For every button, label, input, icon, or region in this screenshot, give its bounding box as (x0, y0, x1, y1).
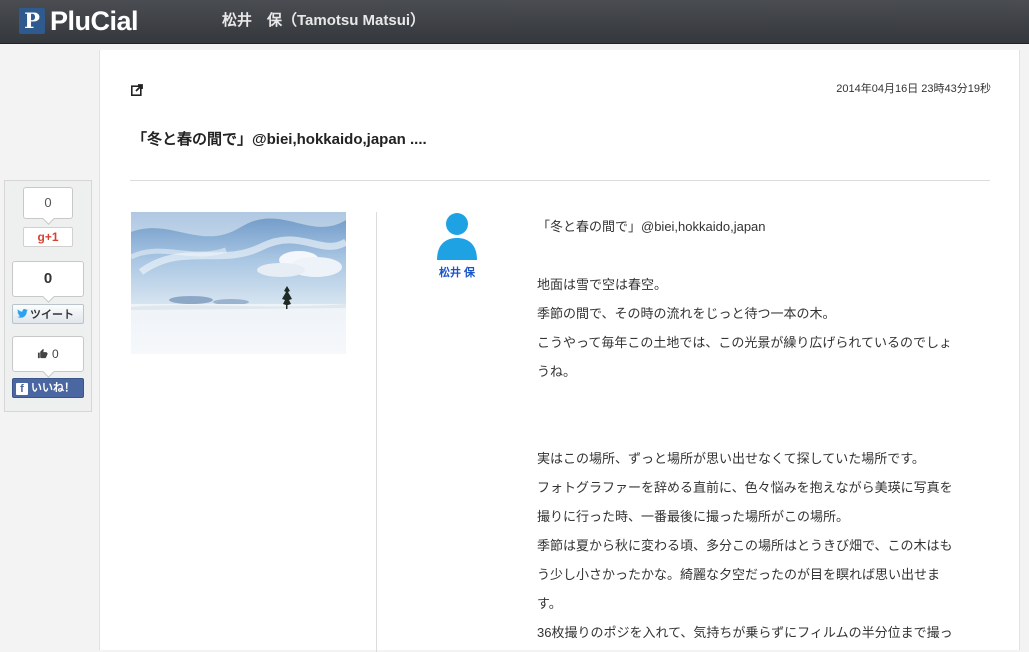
body-line: 36枚撮りのポジを入れて、気持ちが乗らずにフィルムの半分位まで撮っ (537, 625, 953, 640)
body-line: 実はこの場所、ずっと場所が思い出せなくて探していた場所です。 (537, 451, 925, 466)
column-divider (376, 212, 377, 652)
gplus-button[interactable]: g+1 (23, 227, 73, 247)
post-photo[interactable] (131, 212, 346, 354)
body-line: フォトグラファーを辞める直前に、色々悩みを抱えながら美瑛に写真を (537, 480, 953, 495)
body-line: 地面は雪で空は春空。 (537, 277, 668, 292)
body-line: 季節の間で、その時の流れをじっと待つ一本の木。 (537, 306, 836, 321)
like-count: 0 (51, 347, 59, 361)
body-line: 季節は夏から秋に変わる頃、多分この場所はとうきび畑で、この木はも (537, 538, 953, 553)
body-blank-line (537, 241, 992, 270)
body-line: す。 (537, 596, 562, 611)
tweet-label: ツイート (30, 309, 74, 321)
post-body: 「冬と春の間で」@biei,hokkaido,japan 地面は雪で空は春空。 … (537, 212, 992, 647)
facebook-like-label: いいね！ (31, 382, 75, 394)
title-divider (130, 180, 990, 181)
user-avatar-icon[interactable] (436, 212, 478, 262)
author-name-link[interactable]: 松井 保 (430, 264, 484, 280)
social-share-panel: 0 g+1 0 ツイート 0 f いいね！ (4, 180, 92, 412)
post-timestamp: 2014年04月16日 23時43分19秒 (836, 83, 991, 95)
user-page-title[interactable]: 松井 保（Tamotsu Matsui） (222, 11, 425, 31)
facebook-icon: f (16, 383, 28, 395)
body-blank-line (537, 386, 992, 415)
plucial-logo-icon[interactable]: P (19, 8, 45, 34)
gplus-label: g+1 (37, 230, 59, 244)
body-line: 撮りに行った時、一番最後に撮った場所がこの場所。 (537, 509, 850, 524)
external-link-icon[interactable] (131, 81, 143, 97)
post-card: 2014年04月16日 23時43分19秒 「冬と春の間で」@biei,hokk… (99, 50, 1020, 652)
top-navigation-bar: P PluCial 松井 保（Tamotsu Matsui） (0, 0, 1029, 44)
twitter-bird-icon (17, 305, 28, 323)
body-line: こうやって毎年この土地では、この光景が繰り広げられているのでしょ (537, 335, 952, 350)
body-line: うね。 (537, 364, 577, 379)
body-line: 「冬と春の間で」@biei,hokkaido,japan (537, 219, 766, 234)
tweet-count: 0 (12, 261, 84, 297)
facebook-like-button[interactable]: f いいね！ (12, 378, 84, 398)
body-blank-line (537, 415, 992, 444)
tweet-button[interactable]: ツイート (12, 304, 84, 324)
post-title[interactable]: 「冬と春の間で」@biei,hokkaido,japan .... (132, 128, 427, 149)
gplus-count: 0 (23, 187, 73, 219)
body-line: う少し小さかったかな。綺麗な夕空だったのが目を瞑れば思い出せま (537, 567, 941, 582)
plucial-logo-text[interactable]: PluCial (50, 5, 139, 37)
like-count-box: 0 (12, 336, 84, 372)
thumbs-up-icon (37, 346, 52, 361)
